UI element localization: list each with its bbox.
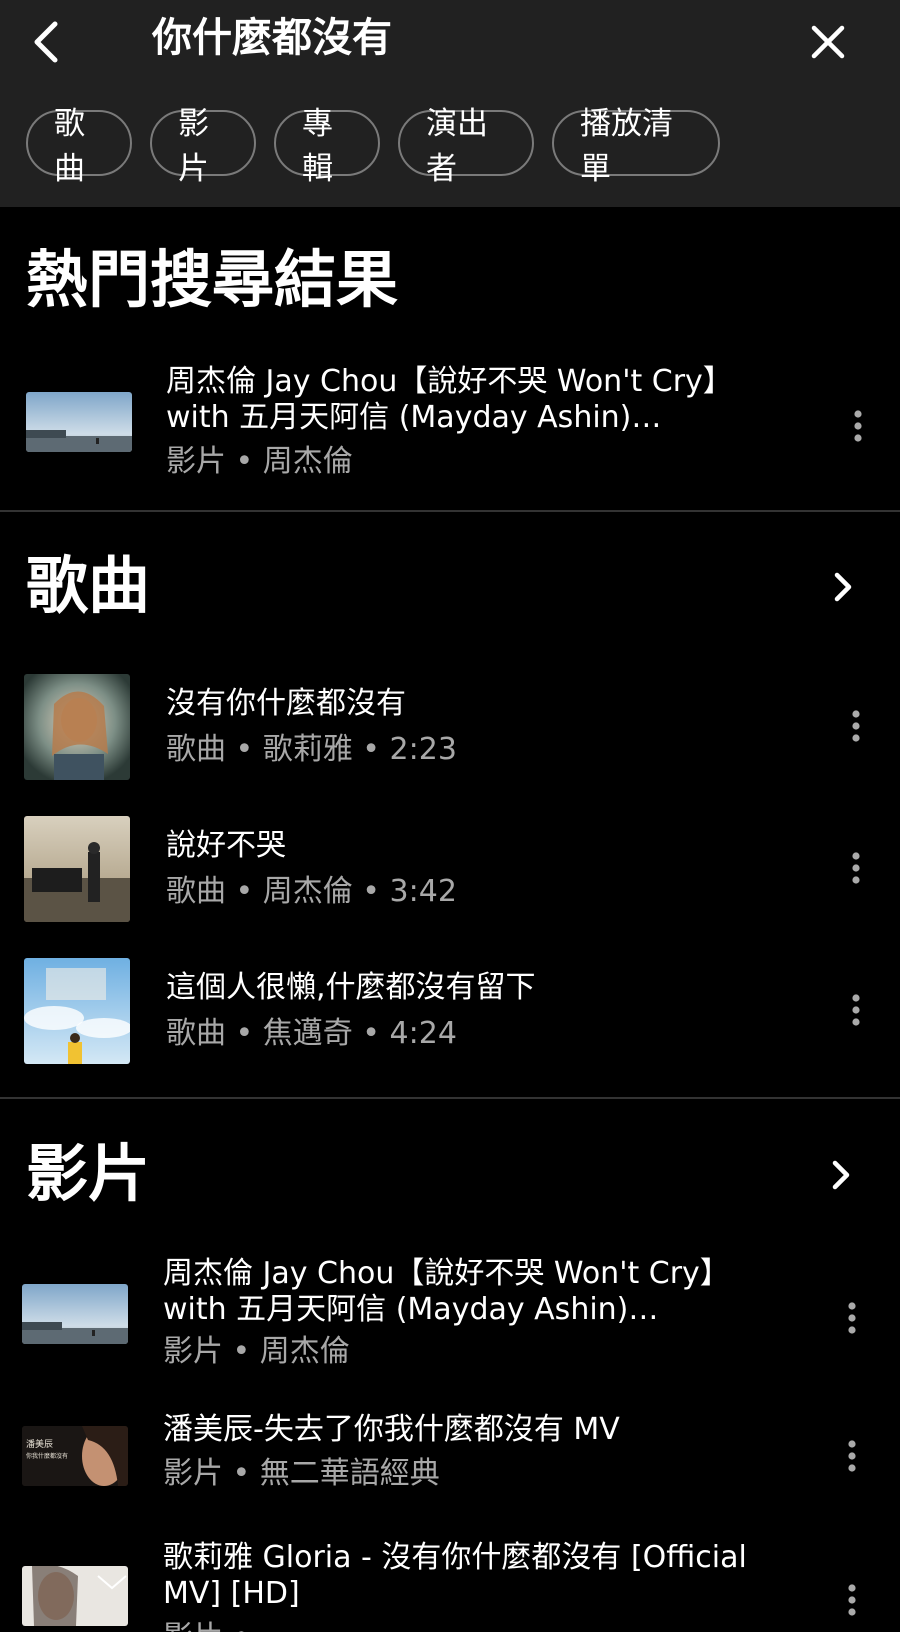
videos-more-button[interactable]: [816, 1150, 866, 1200]
top-result-heading: 熱門搜尋結果: [26, 243, 399, 316]
close-icon: [811, 25, 845, 59]
back-button[interactable]: [20, 8, 72, 76]
more-options-button[interactable]: [836, 980, 876, 1040]
video-meta: 影片 • 周杰倫: [163, 1334, 350, 1369]
more-options-button[interactable]: [832, 1570, 872, 1630]
chip-artists[interactable]: 演出者: [398, 106, 534, 187]
song-title: 這個人很懶,什麼都沒有留下: [166, 970, 536, 1005]
video-thumbnail: [22, 1284, 128, 1344]
more-vert-icon: [852, 710, 860, 742]
more-options-button[interactable]: [832, 1288, 872, 1348]
more-options-button[interactable]: [838, 396, 878, 456]
video-item[interactable]: 潘美辰 你我什麼都沒有 潘美辰-失去了你我什麼都沒有 MV 影片 • 無二華語經…: [0, 1412, 900, 1522]
chip-playlists[interactable]: 播放清單: [552, 106, 720, 187]
song-meta: 歌曲 • 周杰倫 • 3:42: [166, 874, 457, 909]
song-meta: 歌曲 • 歌莉雅 • 2:23: [166, 732, 457, 767]
more-vert-icon: [854, 410, 862, 442]
video-thumbnail: 潘美辰 你我什麼都沒有: [22, 1426, 128, 1486]
more-vert-icon: [852, 994, 860, 1026]
video-title: 周杰倫 Jay Chou【說好不哭 Won't Cry】with 五月天阿信 (…: [163, 1256, 730, 1327]
song-item[interactable]: 說好不哭 歌曲 • 周杰倫 • 3:42: [0, 814, 900, 924]
chip-albums[interactable]: 專輯: [274, 106, 380, 187]
video-item[interactable]: 歌莉雅 Gloria - 沒有你什麼都沒有 [Official MV] [HD]…: [0, 1540, 900, 1632]
top-result-item[interactable]: 周杰倫 Jay Chou【說好不哭 Won't Cry】with 五月天阿信 (…: [0, 350, 900, 490]
video-meta: 影片 • ...: [163, 1620, 288, 1632]
top-result-title: 周杰倫 Jay Chou【說好不哭 Won't Cry】with 五月天阿信 (…: [166, 364, 733, 435]
song-item[interactable]: 這個人很懶,什麼都沒有留下 歌曲 • 焦邁奇 • 4:24: [0, 956, 900, 1066]
video-title: 潘美辰-失去了你我什麼都沒有 MV: [163, 1412, 620, 1447]
songs-more-button[interactable]: [818, 562, 868, 612]
chevron-right-icon: [832, 1160, 850, 1190]
top-result-meta: 影片 • 周杰倫: [166, 444, 353, 479]
chip-songs[interactable]: 歌曲: [26, 106, 132, 187]
song-title: 說好不哭: [166, 828, 286, 863]
song-title: 沒有你什麼都沒有: [166, 686, 406, 721]
song-artwork: [24, 674, 130, 780]
video-meta: 影片 • 無二華語經典: [163, 1456, 440, 1491]
more-options-button[interactable]: [836, 838, 876, 898]
section-divider: [0, 1097, 900, 1099]
section-divider: [0, 510, 900, 512]
song-artwork: [24, 958, 130, 1064]
more-vert-icon: [852, 852, 860, 884]
clear-search-button[interactable]: [800, 8, 856, 76]
chip-videos[interactable]: 影片: [150, 106, 256, 187]
back-arrow-icon: [34, 21, 58, 63]
songs-heading[interactable]: 歌曲: [26, 548, 150, 624]
videos-heading[interactable]: 影片: [26, 1136, 150, 1212]
search-query[interactable]: 你什麼都沒有: [152, 10, 392, 66]
video-item[interactable]: 周杰倫 Jay Chou【說好不哭 Won't Cry】with 五月天阿信 (…: [0, 1254, 900, 1382]
more-vert-icon: [848, 1584, 856, 1616]
video-title: 歌莉雅 Gloria - 沒有你什麼都沒有 [Official MV] [HD]: [163, 1540, 747, 1611]
search-header: 你什麼都沒有 歌曲 影片 專輯 演出者 播放清單: [0, 0, 900, 207]
chevron-right-icon: [834, 572, 852, 602]
song-item[interactable]: 沒有你什麼都沒有 歌曲 • 歌莉雅 • 2:23: [0, 672, 900, 782]
video-thumbnail: [26, 392, 132, 452]
video-thumbnail: [22, 1566, 128, 1626]
more-vert-icon: [848, 1440, 856, 1472]
song-meta: 歌曲 • 焦邁奇 • 4:24: [166, 1016, 457, 1051]
more-options-button[interactable]: [832, 1426, 872, 1486]
filter-chips: 歌曲 影片 專輯 演出者 播放清單: [26, 106, 720, 187]
thumbnail-text: 潘美辰 你我什麼都沒有: [26, 1440, 69, 1460]
more-vert-icon: [848, 1302, 856, 1334]
more-options-button[interactable]: [836, 696, 876, 756]
song-artwork: [24, 816, 130, 922]
